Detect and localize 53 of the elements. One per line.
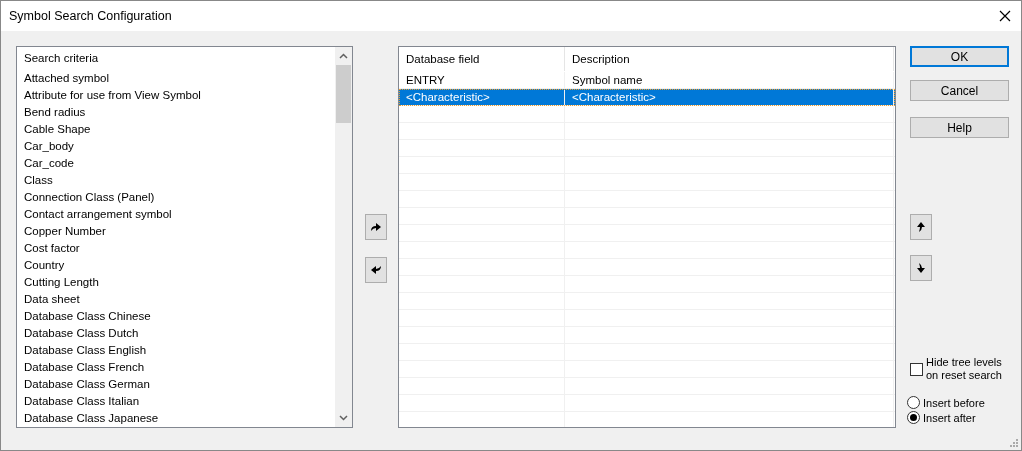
curved-arrow-right-icon (369, 222, 382, 232)
list-item[interactable]: Cutting Length (24, 274, 99, 291)
list-item[interactable]: Cost factor (24, 240, 80, 257)
hide-tree-levels-checkbox[interactable]: Hide tree levels on reset search (910, 356, 1008, 382)
list-item[interactable]: Copper Number (24, 223, 106, 240)
add-button[interactable] (364, 214, 387, 240)
table-cell: <Characteristic> (399, 89, 565, 105)
list-item[interactable]: Country (24, 257, 65, 274)
move-down-button[interactable] (910, 255, 932, 281)
table-row[interactable]: <Characteristic> <Characteristic> (399, 89, 895, 106)
table-cell: Symbol name (565, 72, 894, 88)
list-item[interactable]: Data sheet (24, 291, 80, 308)
list-item[interactable]: Database Class Italian (24, 393, 140, 410)
dialog-button[interactable]: Cancel (910, 80, 1009, 101)
list-item[interactable]: Database Class English (24, 342, 147, 359)
window-title: Symbol Search Configuration (9, 9, 172, 23)
list-item[interactable]: Database Class German (24, 376, 150, 393)
table-cell: ENTRY (399, 72, 565, 88)
list-item[interactable]: Database Class Chinese (24, 308, 151, 325)
insert-radio-option[interactable]: Insert before (907, 396, 1008, 409)
list-item[interactable]: Contact arrangement symbol (24, 206, 172, 223)
scrollbar[interactable] (335, 47, 352, 427)
dialog-button[interactable]: OK (910, 46, 1009, 67)
checkbox[interactable] (910, 362, 923, 376)
list-item[interactable]: Car_body (24, 138, 74, 155)
list-item[interactable]: Attached symbol (24, 70, 109, 87)
remove-button[interactable] (364, 257, 387, 283)
insert-radio-option[interactable]: Insert after (907, 411, 1008, 424)
dialog-button[interactable]: Help (910, 117, 1009, 138)
move-up-button[interactable] (910, 214, 932, 240)
list-item[interactable]: Database Class Japanese (24, 410, 159, 427)
scroll-down-icon[interactable] (339, 415, 348, 421)
scroll-up-icon[interactable] (339, 53, 348, 59)
curved-arrow-down-icon (916, 262, 926, 274)
curved-arrow-left-icon (369, 265, 382, 275)
scrollbar-thumb[interactable] (336, 65, 351, 123)
list-item[interactable]: Database Class French (24, 359, 145, 376)
list-item[interactable]: Cable Shape (24, 121, 91, 138)
list-item[interactable]: Database Class Dutch (24, 325, 139, 342)
list-item[interactable]: Class (24, 172, 53, 189)
list-item[interactable]: Car_code (24, 155, 74, 172)
list-item[interactable]: Attribute for use from View Symbol (24, 87, 201, 104)
list-item[interactable]: Connection Class (Panel) (24, 189, 155, 206)
table-cell: <Characteristic> (565, 89, 894, 105)
column-header[interactable]: Description (565, 47, 894, 71)
list-header: Search criteria (24, 51, 100, 66)
radio-button[interactable] (907, 396, 920, 409)
radio-button[interactable] (907, 411, 920, 424)
list-item[interactable]: Bend radius (24, 104, 86, 121)
curved-arrow-up-icon (916, 221, 926, 233)
column-header[interactable]: Database field (399, 47, 565, 71)
close-icon[interactable] (999, 10, 1011, 22)
resize-grip-icon[interactable] (1010, 439, 1018, 447)
